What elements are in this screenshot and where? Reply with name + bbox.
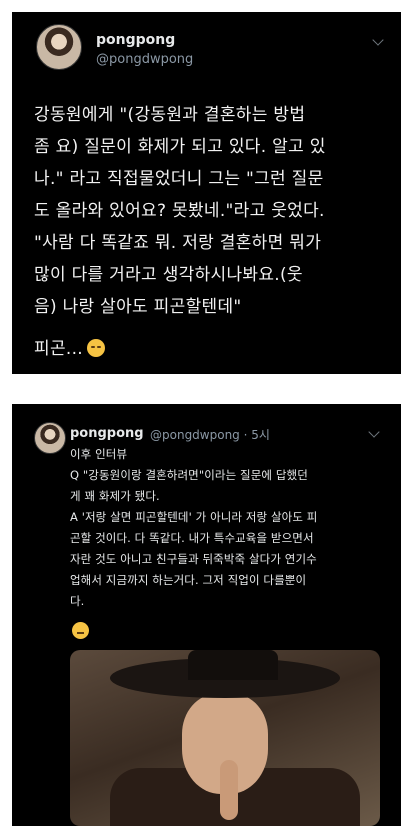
tweet-text-line: 곤할 것이다. 다 똑같다. 내가 특수교육을 받으면서 bbox=[70, 531, 314, 545]
tweet-text-line: A '저랑 살면 피곤할텐데' 가 아니라 저랑 살아도 피 bbox=[70, 510, 318, 524]
tweet-text-line: 강동원에게 "(강동원과 결혼하는 방법 bbox=[34, 105, 306, 125]
tweet-text-line: 게 꽤 화제가 됐다. bbox=[70, 489, 160, 503]
tweet-text-line: 자란 것도 아니고 친구들과 뒤죽박죽 살다가 연기수 bbox=[70, 552, 317, 566]
tweet-text-line: "사람 다 똑같죠 뭐. 저랑 결혼하면 뭐가 bbox=[34, 233, 322, 253]
disappointed-face-icon bbox=[87, 339, 105, 357]
tweet-text-line: 이후 인터뷰 bbox=[70, 447, 128, 461]
display-name[interactable]: pongpong bbox=[70, 426, 144, 441]
tweet-text-line: 많이 다를 거라고 생각하시나봐요.(웃 bbox=[34, 265, 303, 285]
display-name[interactable]: pongpong bbox=[96, 32, 175, 48]
tweet-photo[interactable] bbox=[70, 650, 380, 826]
user-handle-and-time[interactable]: @pongdwpong · 5시 bbox=[150, 426, 270, 443]
tweet-text-line: 다. bbox=[70, 594, 85, 608]
chevron-down-icon[interactable] bbox=[368, 426, 380, 438]
tweet-text-line-last: 피곤... bbox=[34, 334, 105, 359]
user-handle[interactable]: @pongdwpong bbox=[96, 52, 193, 67]
tweet-text-line: 나." 라고 직접물었더니 그는 "그런 질문 bbox=[34, 169, 324, 189]
photo-hat-top bbox=[188, 650, 278, 680]
avatar[interactable] bbox=[36, 24, 82, 70]
tweet-text-line: 음) 나랑 살아도 피곤할텐데" bbox=[34, 297, 242, 317]
chevron-down-icon[interactable] bbox=[372, 34, 384, 46]
tweet-text-line: 좀 요) 질문이 화제가 되고 있다. 알고 있 bbox=[34, 137, 326, 157]
tweet-text: 피곤... bbox=[34, 339, 83, 359]
tweet-text-line: 도 올라와 있어요? 못봤네."라고 웃었다. bbox=[34, 201, 325, 221]
avatar[interactable] bbox=[34, 422, 66, 454]
thinking-face-icon bbox=[72, 622, 89, 639]
tweet-card-2[interactable]: pongpong @pongdwpong · 5시 이후 인터뷰 Q "강동원이… bbox=[12, 404, 401, 826]
photo-finger bbox=[220, 760, 238, 820]
tweet-text-line: 업해서 지금까지 하는거다. 그저 직업이 다를뿐이 bbox=[70, 573, 307, 587]
tweet-card-1[interactable]: pongpong @pongdwpong 강동원에게 "(강동원과 결혼하는 방… bbox=[12, 12, 401, 374]
tweet-text-line: Q "강동원이랑 결혼하려면"이라는 질문에 답했던 bbox=[70, 468, 308, 482]
